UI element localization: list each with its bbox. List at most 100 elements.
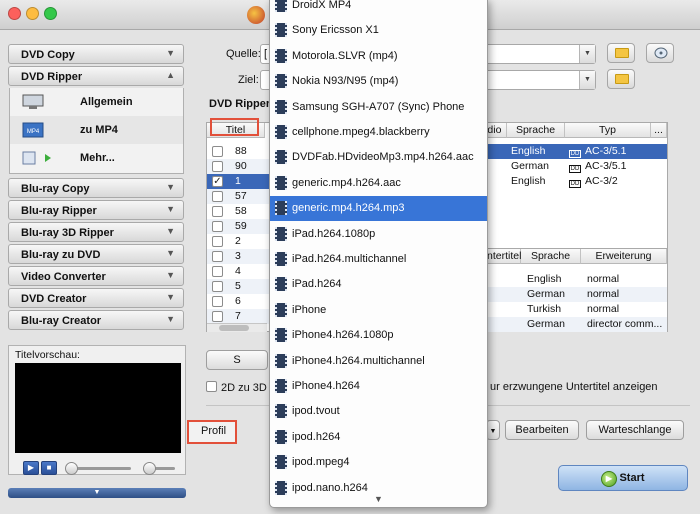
open-source-folder-button[interactable] (607, 43, 635, 63)
profile-dropdown-list[interactable]: DroidX MP4 Sony Ericsson X1 Motorola.SLVR … (269, 0, 488, 508)
profile-option[interactable]: ipod.mpeg4 (270, 450, 487, 475)
disc-button[interactable] (646, 43, 674, 63)
s-button[interactable]: S (206, 350, 268, 370)
sidebar-item-dvd-ripper[interactable]: DVD Ripper ▲ (8, 66, 184, 86)
sidebar-item-bluray-3d-ripper[interactable]: Blu-ray 3D Ripper ▼ (8, 222, 184, 242)
profile-option[interactable]: cellphone.mpeg4.blackberry (270, 120, 487, 145)
start-button[interactable]: ▶ Start (558, 465, 688, 491)
title-row[interactable]: 57 (207, 189, 269, 204)
title-checkbox[interactable] (212, 296, 223, 307)
zoom-window-button[interactable] (44, 7, 57, 20)
sidebar-subitem-zu-mp4[interactable]: MP4 zu MP4 (9, 116, 184, 144)
title-checkbox[interactable] (212, 266, 223, 277)
title-checkbox[interactable] (212, 311, 223, 322)
title-row[interactable]: 90 (207, 159, 269, 174)
audio-row[interactable]: German DD AC-3/5.1 (477, 159, 667, 174)
title-checkbox[interactable] (212, 236, 223, 247)
titles-scrollbar[interactable] (207, 323, 267, 332)
subtitle-row[interactable]: German normal (487, 287, 667, 302)
profile-option-label: Nokia N93/N95 (mp4) (292, 75, 399, 88)
profile-option[interactable]: Nokia N93/N95 (mp4) (270, 69, 487, 94)
profile-option[interactable]: ipod.h264 (270, 425, 487, 450)
title-checkbox[interactable]: ✓ (212, 176, 223, 187)
profile-option[interactable]: iPhone4.h264.multichannel (270, 349, 487, 374)
open-target-folder-button[interactable] (607, 69, 635, 89)
title-row[interactable]: 6 (207, 294, 269, 309)
profile-option[interactable]: iPad.h264.1080p (270, 222, 487, 247)
sidebar-subitem-allgemein[interactable]: Allgemein (9, 88, 184, 116)
profile-option[interactable]: DroidX MP4 (270, 0, 487, 18)
checkbox-2d-3d[interactable] (206, 381, 217, 392)
edit-button[interactable]: Bearbeiten (505, 420, 579, 440)
profile-option[interactable]: generic.mp4.h264.mp3 (270, 196, 487, 222)
column-header-subtitle[interactable]: ntertitel (487, 249, 521, 264)
audio-row[interactable]: English DD AC-3/5.1 (477, 144, 667, 159)
profile-option[interactable]: iPhone4.h264 (270, 374, 487, 399)
title-checkbox[interactable] (212, 281, 223, 292)
title-number: 5 (235, 280, 241, 292)
profile-option[interactable]: iPad.h264 (270, 272, 487, 297)
seek-slider-knob[interactable] (65, 462, 78, 475)
title-checkbox[interactable] (212, 206, 223, 217)
profile-option[interactable]: Sony Ericsson X1 (270, 18, 487, 43)
profile-option[interactable]: generic.mp4.h264.aac (270, 171, 487, 196)
title-row[interactable]: ✓ 1 (207, 174, 269, 189)
video-file-icon (275, 328, 287, 343)
title-row[interactable]: 59 (207, 219, 269, 234)
audio-row[interactable]: English DD AC-3/2 (477, 174, 667, 189)
open-queue-button[interactable]: Warteschlange öffnen (586, 420, 684, 440)
title-checkbox[interactable] (212, 191, 223, 202)
title-checkbox[interactable] (212, 221, 223, 232)
stop-button[interactable]: ■ (41, 461, 57, 475)
profile-combo-arrow[interactable]: ▼ (486, 420, 500, 440)
title-row[interactable]: 3 (207, 249, 269, 264)
close-window-button[interactable] (8, 7, 21, 20)
column-header-language[interactable]: Sprache (507, 123, 565, 138)
chevron-down-icon[interactable]: ▼ (579, 71, 595, 89)
title-row[interactable]: 88 (207, 144, 269, 159)
profile-option[interactable]: iPad.h264.multichannel (270, 247, 487, 272)
scroll-down-icon[interactable]: ▼ (374, 494, 383, 504)
chevron-down-icon[interactable]: ▼ (579, 45, 595, 63)
column-header-more[interactable]: ... (651, 123, 667, 138)
subtitle-row[interactable]: German director comm... (487, 317, 667, 332)
profile-option[interactable]: Motorola.SLVR (mp4) (270, 44, 487, 69)
sidebar-item-video-converter[interactable]: Video Converter ▼ (8, 266, 184, 286)
subtitle-row[interactable]: Turkish normal (487, 302, 667, 317)
title-checkbox[interactable] (212, 146, 223, 157)
video-file-icon (275, 480, 287, 495)
profile-option[interactable]: Samsung SGH-A707 (Sync) Phone (270, 95, 487, 120)
volume-slider-knob[interactable] (143, 462, 156, 475)
sidebar-item-bluray-zu-dvd[interactable]: Blu-ray zu DVD ▼ (8, 244, 184, 264)
title-checkbox[interactable] (212, 251, 223, 262)
sidebar-item-bluray-ripper[interactable]: Blu-ray Ripper ▼ (8, 200, 184, 220)
sidebar-item-label: Blu-ray Copy (21, 183, 90, 195)
title-row[interactable]: 58 (207, 204, 269, 219)
title-row[interactable]: 2 (207, 234, 269, 249)
profile-option[interactable]: iPhone4.h264.1080p (270, 323, 487, 348)
folder-icon (615, 74, 629, 84)
profile-option[interactable]: DVDFab.HDvideoMp3.mp4.h264.aac (270, 145, 487, 170)
sidebar-item-bluray-copy[interactable]: Blu-ray Copy ▼ (8, 178, 184, 198)
profile-option[interactable]: ipod.tvout (270, 399, 487, 424)
title-row[interactable]: 5 (207, 279, 269, 294)
option-2d-3d[interactable]: 2D zu 3D (206, 381, 267, 394)
play-button[interactable]: ▶ (23, 461, 39, 475)
sidebar-item-dvd-copy[interactable]: DVD Copy ▼ (8, 44, 184, 64)
sidebar-item-dvd-creator[interactable]: DVD Creator ▼ (8, 288, 184, 308)
title-checkbox[interactable] (212, 161, 223, 172)
title-row[interactable]: 4 (207, 264, 269, 279)
column-header-language[interactable]: Sprache (521, 249, 581, 264)
sidebar-subitem-mehr[interactable]: Mehr... (9, 144, 184, 174)
profile-option[interactable]: iPhone (270, 298, 487, 323)
minimize-window-button[interactable] (26, 7, 39, 20)
section-title: DVD Ripper (209, 98, 271, 110)
sidebar-collapse-button[interactable]: ▼ (8, 488, 186, 498)
title-row[interactable]: 7 (207, 309, 269, 324)
subtitle-row[interactable]: English normal (487, 272, 667, 287)
sidebar-subitem-label: Allgemein (80, 96, 133, 108)
scroll-thumb[interactable] (219, 325, 249, 331)
column-header-type[interactable]: Typ (565, 123, 651, 138)
column-header-extension[interactable]: Erweiterung (581, 249, 667, 264)
sidebar-item-bluray-creator[interactable]: Blu-ray Creator ▼ (8, 310, 184, 330)
